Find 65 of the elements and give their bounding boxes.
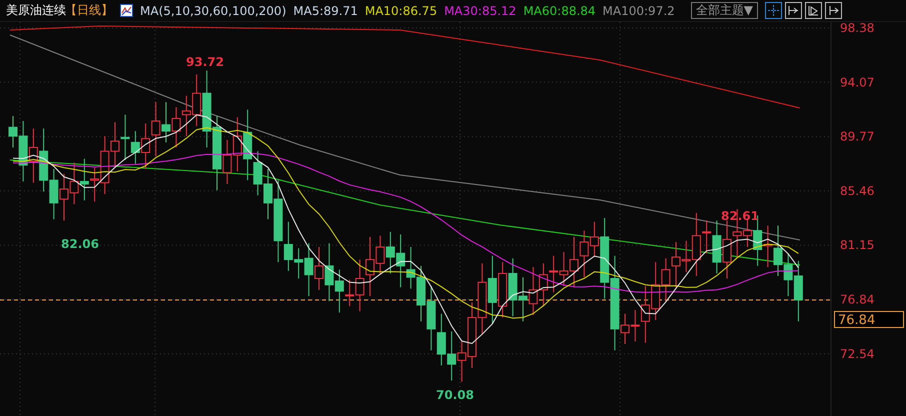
y-axis-label: 72.54: [840, 346, 874, 361]
instrument-title: 美原油连续: [6, 2, 66, 19]
candlestick: [49, 168, 58, 220]
candlestick: [774, 225, 782, 276]
candlestick: [162, 102, 170, 143]
candlestick: [120, 114, 130, 161]
candlestick: [80, 158, 89, 201]
candlestick: [130, 130, 140, 164]
line-chart-icon: [120, 4, 133, 17]
candlestick: [488, 255, 497, 324]
y-axis-label: 94.07: [840, 75, 874, 90]
price-annotation: 82.06: [61, 237, 99, 251]
candlestick: [314, 246, 324, 290]
candlestick: [549, 255, 558, 293]
price-annotation: 93.72: [186, 55, 224, 69]
play-icon[interactable]: [805, 2, 822, 19]
candlestick: [722, 220, 732, 279]
period-label: 【日线】: [65, 2, 113, 19]
candlestick: [70, 162, 79, 205]
candlestick: [110, 122, 120, 168]
candlestick: [324, 242, 334, 302]
candlestick: [426, 286, 436, 351]
candlestick: [763, 225, 772, 268]
arrow-right-icon[interactable]: [825, 2, 842, 19]
candlestick: [508, 258, 518, 317]
theme-dropdown[interactable]: 全部主题▼: [690, 2, 758, 19]
candlestick: [386, 231, 395, 274]
candlestick: [784, 252, 793, 297]
y-axis-label: 85.46: [840, 184, 874, 198]
candlestick: [672, 241, 680, 288]
candlestick: [416, 265, 426, 322]
price-annotation: 70.08: [436, 388, 474, 402]
candlestick: [498, 262, 508, 318]
candlestick: [661, 258, 670, 302]
candlestick: [60, 173, 68, 222]
candlestick: [528, 266, 538, 316]
ma-value: MA60:88.84: [523, 4, 596, 18]
candlestick: [28, 128, 38, 184]
indicator-label: MA(5,10,30,60,100,200): [140, 4, 286, 18]
ma-value: MA10:86.75: [364, 4, 438, 18]
candlestick: [151, 102, 160, 157]
candlestick: [39, 128, 48, 192]
candlestick: [141, 123, 150, 170]
candlestick: [182, 95, 191, 137]
candlestick: [436, 313, 446, 366]
candlestick: [580, 230, 589, 278]
candlestick: [794, 260, 803, 322]
ma-value: MA100:97.2: [602, 4, 675, 18]
ma-value: MA5:89.71: [293, 4, 358, 18]
candlestick: [478, 262, 487, 334]
crosshair-icon[interactable]: [765, 2, 782, 19]
candlestick: [538, 262, 548, 307]
candlestick: [651, 262, 660, 321]
y-axis-label: 81.15: [840, 238, 874, 252]
candlestick: [447, 330, 456, 382]
candlestick: [518, 276, 528, 322]
candlestick: [172, 106, 181, 148]
y-axis-label: 98.38: [840, 22, 874, 35]
current-price-box: 76.84: [834, 311, 904, 328]
candlestick: [232, 116, 242, 172]
y-axis-label: 76.84: [840, 292, 874, 306]
y-axis-label: 89.77: [840, 130, 874, 144]
candlestick: [396, 234, 406, 288]
candlestick: [406, 246, 416, 290]
ma-value: MA30:85.12: [444, 4, 516, 18]
